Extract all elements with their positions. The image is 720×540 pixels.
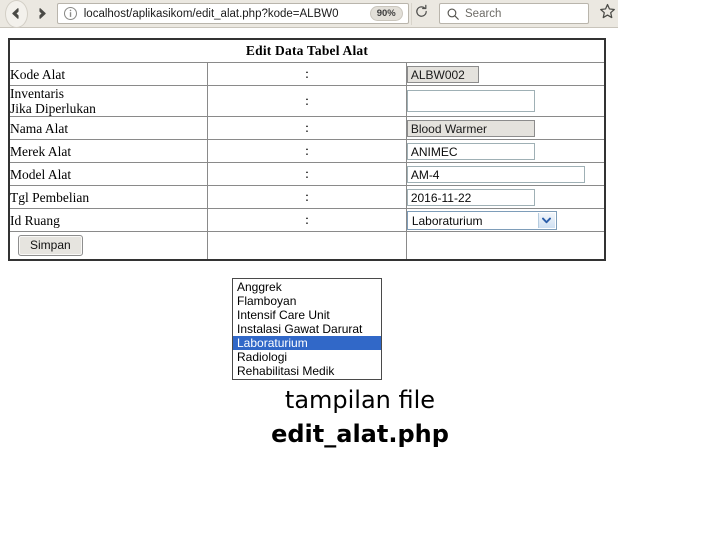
star-icon [599, 3, 616, 25]
dropdown-option[interactable]: Radiologi [233, 350, 381, 364]
dropdown-option[interactable]: Intensif Care Unit [233, 308, 381, 322]
label-model-alat: Model Alat [8, 162, 209, 186]
table-row: Model Alat : AM-4 [8, 162, 606, 186]
label-merek-alat: Merek Alat [8, 139, 209, 163]
table-row: Inventaris Jika Diperlukan : [8, 85, 606, 117]
label-tgl-pembelian: Tgl Pembelian [8, 185, 209, 209]
reload-icon [414, 4, 429, 24]
table-row: Tgl Pembelian : 2016-11-22 [8, 185, 606, 209]
colon-separator: : [207, 208, 407, 232]
id-ruang-dropdown-options[interactable]: Anggrek Flamboyan Intensif Care Unit Ins… [232, 278, 382, 380]
dropdown-option[interactable]: Flamboyan [233, 294, 381, 308]
bookmark-button[interactable] [596, 3, 618, 25]
edit-alat-form-table: Edit Data Tabel Alat Kode Alat : ALBW002… [8, 38, 606, 261]
colon-separator: : [207, 62, 407, 86]
dropdown-option[interactable]: Rehabilitasi Medik [233, 364, 381, 378]
colon-separator: : [207, 139, 407, 163]
merek-alat-input[interactable]: ANIMEC [406, 142, 535, 160]
reload-button[interactable] [410, 2, 431, 25]
inventaris-input[interactable] [406, 90, 535, 112]
label-nama-alat: Nama Alat [8, 116, 209, 140]
caption-line-2: edit_alat.php [271, 420, 449, 448]
page-title: Edit Data Tabel Alat [8, 38, 606, 63]
dropdown-option[interactable]: Anggrek [233, 280, 381, 294]
page-content: Edit Data Tabel Alat Kode Alat : ALBW002… [0, 28, 720, 540]
dropdown-option-selected[interactable]: Laboraturium [233, 336, 381, 350]
table-row-title: Edit Data Tabel Alat [8, 38, 606, 63]
search-bar[interactable]: Search [439, 3, 590, 24]
simpan-button[interactable]: Simpan [18, 235, 83, 256]
tgl-pembelian-input[interactable]: 2016-11-22 [406, 188, 535, 206]
table-row: Merek Alat : ANIMEC [8, 139, 606, 163]
search-placeholder: Search [465, 7, 502, 20]
table-row: Nama Alat : Blood Warmer [8, 116, 606, 140]
kode-alat-input[interactable]: ALBW002 [406, 65, 479, 83]
label-inventaris-line2: Jika Diperlukan [10, 101, 96, 116]
table-row: Kode Alat : ALBW002 [8, 62, 606, 86]
label-inventaris-line1: Inventaris [10, 86, 64, 101]
colon-separator: : [207, 116, 407, 140]
forward-button[interactable] [31, 1, 52, 27]
table-row: Id Ruang : Laboraturium [8, 208, 606, 232]
caption-block: tampilan file edit_alat.php [0, 383, 720, 451]
model-alat-input[interactable]: AM-4 [406, 165, 585, 183]
search-icon [446, 7, 460, 21]
label-id-ruang: Id Ruang [8, 208, 209, 232]
table-row-submit: Simpan [8, 231, 606, 261]
url-text: localhost/aplikasikom/edit_alat.php?kode… [83, 7, 339, 20]
back-button[interactable] [5, 0, 28, 28]
dropdown-option[interactable]: Instalasi Gawat Darurat [233, 322, 381, 336]
zoom-level-badge[interactable]: 90% [369, 6, 403, 21]
browser-toolbar: localhost/aplikasikom/edit_alat.php?kode… [0, 0, 618, 28]
info-circle-icon[interactable] [63, 6, 79, 22]
colon-separator: : [207, 162, 407, 186]
address-bar[interactable]: localhost/aplikasikom/edit_alat.php?kode… [56, 3, 409, 24]
label-kode-alat: Kode Alat [8, 62, 209, 86]
arrow-left-icon [9, 6, 24, 21]
caption-line-1: tampilan file [284, 386, 436, 414]
arrow-right-icon [34, 6, 49, 21]
colon-separator: : [207, 185, 407, 209]
id-ruang-select[interactable]: Laboraturium [406, 210, 557, 230]
colon-separator: : [207, 85, 407, 117]
nama-alat-input[interactable]: Blood Warmer [406, 119, 535, 137]
chevron-down-icon[interactable] [537, 212, 555, 228]
id-ruang-selected-value: Laboraturium [411, 213, 483, 228]
